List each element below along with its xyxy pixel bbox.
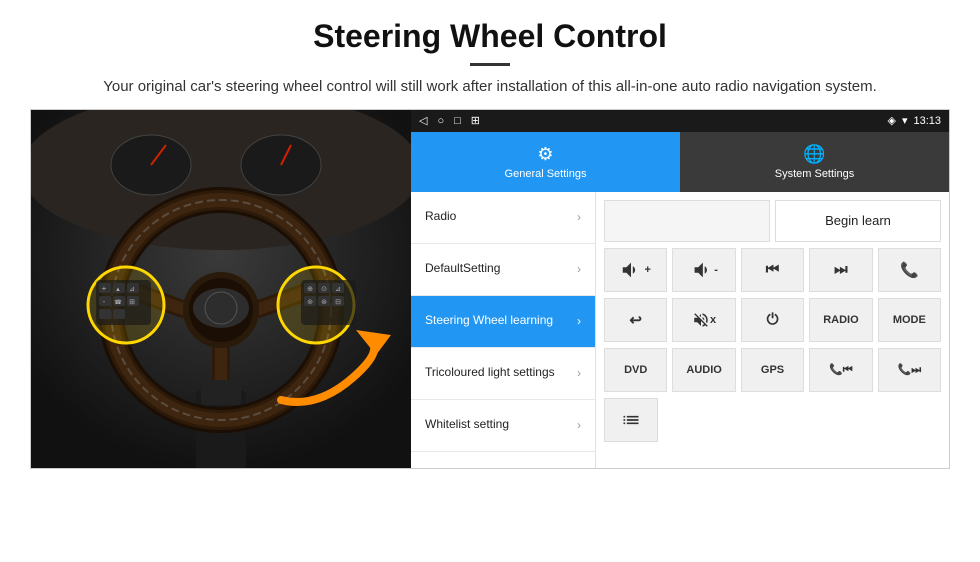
mute-button[interactable]: x: [672, 298, 735, 342]
tab-system-settings[interactable]: 🌐 System Settings: [680, 132, 949, 192]
menu-item-default-label: DefaultSetting: [425, 261, 500, 277]
tab-general-settings[interactable]: ⚙ General Settings: [411, 132, 680, 192]
return-button[interactable]: ↩: [604, 298, 667, 342]
menu-item-radio[interactable]: Radio ›: [411, 192, 595, 244]
recents-nav-icon[interactable]: □: [454, 115, 461, 127]
menu-item-whitelist[interactable]: Whitelist setting ›: [411, 400, 595, 452]
menu-item-whitelist-label: Whitelist setting: [425, 417, 509, 433]
chevron-icon-whitelist: ›: [577, 418, 581, 432]
status-indicators: ◈ ▾ 13:13: [887, 114, 941, 127]
svg-text:⊿: ⊿: [335, 286, 341, 293]
volume-up-button[interactable]: +: [604, 248, 667, 292]
system-settings-icon: 🌐: [803, 144, 825, 165]
header-description: Your original car's steering wheel contr…: [60, 76, 920, 99]
page-header: Steering Wheel Control Your original car…: [0, 0, 980, 109]
action-controls-row: ↩ x ⏻ RADIO MODE: [604, 298, 941, 342]
menu-column: Radio › DefaultSetting › Steering Wheel …: [411, 192, 596, 468]
begin-learn-button[interactable]: Begin learn: [775, 200, 941, 242]
svg-text:⊟: ⊟: [335, 299, 341, 306]
volume-down-button[interactable]: -: [672, 248, 735, 292]
signal-icon: ▾: [902, 114, 908, 127]
svg-text:☎: ☎: [114, 299, 122, 306]
previous-track-button[interactable]: ⏮: [741, 248, 804, 292]
steering-wheel-panel: + - ▲ ☎ ⊿ ⊞ ⊕ ⊙ ⊿ ⊚ ⊛ ⊟: [31, 110, 411, 468]
svg-text:⊞: ⊞: [129, 299, 135, 306]
gps-button[interactable]: GPS: [741, 348, 804, 392]
header-divider: [470, 63, 510, 66]
menu-item-tricoloured-label: Tricoloured light settings: [425, 365, 555, 381]
tablet-ui: ◁ ○ □ ⊞ ◈ ▾ 13:13 ⚙ General Settings 🌐 S…: [411, 110, 949, 468]
svg-text:⊚: ⊚: [307, 299, 313, 306]
tab-system-label: System Settings: [775, 168, 854, 180]
svg-text:⊕: ⊕: [307, 286, 313, 293]
page-title: Steering Wheel Control: [60, 18, 920, 55]
clock: 13:13: [913, 115, 941, 127]
svg-text:⊙: ⊙: [321, 286, 327, 293]
location-icon: ◈: [887, 114, 895, 127]
menu-item-radio-label: Radio: [425, 209, 456, 225]
main-content: + - ▲ ☎ ⊿ ⊞ ⊕ ⊙ ⊿ ⊚ ⊛ ⊟: [30, 109, 950, 469]
next-track-button[interactable]: ⏭: [809, 248, 872, 292]
menu-item-steering-wheel[interactable]: Steering Wheel learning ›: [411, 296, 595, 348]
controls-panel: Begin learn + - ⏮ ⏭ 📞: [596, 192, 949, 468]
svg-text:+: +: [102, 284, 107, 293]
chevron-icon-default: ›: [577, 262, 581, 276]
dvd-button[interactable]: DVD: [604, 348, 667, 392]
nav-buttons: ◁ ○ □ ⊞: [419, 114, 480, 127]
svg-text:▲: ▲: [115, 287, 121, 293]
audio-button[interactable]: AUDIO: [672, 348, 735, 392]
status-bar: ◁ ○ □ ⊞ ◈ ▾ 13:13: [411, 110, 949, 132]
extra-controls-row: [604, 398, 941, 442]
tab-general-label: General Settings: [505, 168, 587, 180]
back-nav-icon[interactable]: ◁: [419, 114, 427, 127]
chevron-icon-radio: ›: [577, 210, 581, 224]
svg-text:-: -: [103, 297, 106, 306]
menu-item-steering-label: Steering Wheel learning: [425, 313, 553, 329]
tab-bar: ⚙ General Settings 🌐 System Settings: [411, 132, 949, 192]
svg-text:⊿: ⊿: [129, 286, 135, 293]
apps-nav-icon[interactable]: ⊞: [471, 114, 480, 127]
blank-input-box: [604, 200, 770, 242]
chevron-icon-steering: ›: [577, 314, 581, 328]
phone-prev-button[interactable]: 📞⏮: [809, 348, 872, 392]
power-button[interactable]: ⏻: [741, 298, 804, 342]
home-nav-icon[interactable]: ○: [437, 115, 444, 127]
general-settings-icon: ⚙: [537, 144, 553, 165]
menu-item-default-setting[interactable]: DefaultSetting ›: [411, 244, 595, 296]
phone-next-button[interactable]: 📞⏭: [878, 348, 941, 392]
media-controls-row: + - ⏮ ⏭ 📞: [604, 248, 941, 292]
phone-button[interactable]: 📞: [878, 248, 941, 292]
steering-wheel-svg: + - ▲ ☎ ⊿ ⊞ ⊕ ⊙ ⊿ ⊚ ⊛ ⊟: [31, 110, 411, 468]
chevron-icon-tricoloured: ›: [577, 366, 581, 380]
menu-item-tricoloured[interactable]: Tricoloured light settings ›: [411, 348, 595, 400]
svg-text:⊛: ⊛: [321, 299, 327, 306]
settings-list: Radio › DefaultSetting › Steering Wheel …: [411, 192, 949, 468]
begin-learn-row: Begin learn: [604, 200, 941, 242]
mode-button[interactable]: MODE: [878, 298, 941, 342]
source-controls-row: DVD AUDIO GPS 📞⏮ 📞⏭: [604, 348, 941, 392]
list-button[interactable]: [604, 398, 658, 442]
radio-button[interactable]: RADIO: [809, 298, 872, 342]
